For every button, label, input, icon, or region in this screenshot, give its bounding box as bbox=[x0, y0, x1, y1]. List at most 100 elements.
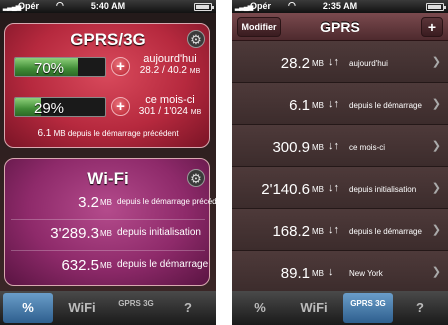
gprs-summary-card[interactable]: GPRS/3G ⚙ 70% + aujourd'hui 28.2 / 40.2 … bbox=[4, 23, 210, 148]
item-value: 2'140.6 bbox=[261, 181, 310, 198]
tab-label: GPRS 3G bbox=[118, 299, 154, 308]
tab-bar: % WiFi GPRS 3G ? bbox=[0, 291, 216, 325]
add-month-button[interactable]: + bbox=[111, 97, 130, 116]
traffic-direction-icon: ↓↑ bbox=[328, 224, 339, 236]
tab-label: ? bbox=[416, 300, 424, 315]
tab-percent[interactable]: % bbox=[3, 293, 53, 323]
wifi-row-desc: depuis le démarrage précédent bbox=[117, 197, 216, 206]
item-value: 168.2 bbox=[272, 223, 310, 240]
month-usage-text: ce mois-ci 301 / 1'024 MB bbox=[131, 95, 209, 118]
wifi-row-value: 3.2 bbox=[78, 194, 99, 211]
divider bbox=[11, 250, 205, 251]
item-desc: New York bbox=[349, 269, 383, 278]
wifi-row: 3.2 MB depuis le démarrage précédent bbox=[5, 192, 216, 216]
today-label: aujourd'hui bbox=[143, 53, 197, 65]
item-value: 89.1 bbox=[280, 265, 310, 282]
wifi-row-value: 632.5 bbox=[61, 257, 99, 274]
tab-gprs[interactable]: GPRS 3G bbox=[111, 293, 161, 323]
item-desc: depuis le démarrage bbox=[349, 227, 422, 236]
tab-help[interactable]: ? bbox=[163, 293, 213, 323]
overview-screen: ▂▃▄▅ Opér ◠ 5:40 AM GPRS/3G ⚙ 70% + aujo… bbox=[0, 0, 216, 325]
battery-icon bbox=[426, 3, 446, 11]
today-unit: MB bbox=[189, 68, 201, 75]
month-amount: 301 / 1'024 bbox=[138, 106, 188, 117]
item-unit: MB bbox=[312, 143, 324, 152]
wifi-row-unit: MB bbox=[100, 198, 112, 207]
tab-label: WiFi bbox=[300, 300, 328, 315]
tab-gprs[interactable]: GPRS 3G bbox=[343, 293, 393, 323]
month-unit: MB bbox=[190, 109, 202, 116]
navigation-bar: Modifier GPRS + bbox=[232, 13, 448, 41]
item-unit: MB bbox=[312, 59, 324, 68]
item-unit: MB bbox=[312, 101, 324, 110]
tab-label: GPRS 3G bbox=[350, 299, 386, 308]
tab-bar: % WiFi GPRS 3G ? bbox=[232, 291, 448, 325]
tab-label: % bbox=[22, 300, 34, 315]
wifi-summary-card[interactable]: Wi-Fi ⚙ 3.2 MB depuis le démarrage précé… bbox=[4, 158, 216, 286]
today-usage-meter: 70% bbox=[14, 57, 106, 77]
since-restart-unit: MB bbox=[53, 129, 66, 138]
wifi-row-unit: MB bbox=[100, 229, 112, 238]
item-desc: ce mois-ci bbox=[349, 143, 386, 152]
add-today-button[interactable]: + bbox=[111, 57, 130, 76]
add-button[interactable]: + bbox=[421, 17, 443, 37]
battery-icon bbox=[194, 3, 214, 11]
chevron-right-icon: ❯ bbox=[431, 224, 441, 236]
list-item[interactable]: 168.2 MB ↓↑ depuis le démarrage ❯ bbox=[232, 209, 448, 251]
traffic-direction-icon: ↓↑ bbox=[328, 56, 339, 68]
status-bar: ▂▃▄▅ Opér ◠ 5:40 AM bbox=[0, 0, 216, 13]
since-restart-text: 6.1 MB depuis le démarrage précédent bbox=[5, 128, 211, 139]
month-usage-meter: 29% bbox=[14, 97, 106, 117]
counter-list: 28.2 MB ↓↑ aujourd'hui ❯ 6.1 MB ↓↑ depui… bbox=[232, 41, 448, 293]
meter-percent: 70% bbox=[33, 60, 65, 77]
wifi-row-unit: MB bbox=[100, 261, 112, 270]
divider bbox=[11, 219, 205, 220]
wifi-row-value: 3'289.3 bbox=[50, 225, 99, 242]
list-item[interactable]: 300.9 MB ↓↑ ce mois-ci ❯ bbox=[232, 125, 448, 167]
chevron-right-icon: ❯ bbox=[431, 56, 441, 68]
tab-percent[interactable]: % bbox=[235, 293, 285, 323]
item-unit: MB bbox=[312, 185, 324, 194]
traffic-direction-icon: ↓ bbox=[328, 266, 334, 278]
today-usage-text: aujourd'hui 28.2 / 40.2 MB bbox=[131, 54, 209, 77]
tab-wifi[interactable]: WiFi bbox=[57, 293, 107, 323]
list-item[interactable]: 28.2 MB ↓↑ aujourd'hui ❯ bbox=[232, 41, 448, 83]
month-label: ce mois-ci bbox=[145, 94, 195, 106]
tab-wifi[interactable]: WiFi bbox=[289, 293, 339, 323]
gear-icon[interactable]: ⚙ bbox=[187, 169, 205, 187]
wifi-row: 632.5 MB depuis le démarrage bbox=[5, 255, 211, 279]
gear-icon[interactable]: ⚙ bbox=[187, 30, 205, 48]
since-restart-label: depuis le démarrage précédent bbox=[67, 129, 179, 138]
traffic-direction-icon: ↓↑ bbox=[328, 182, 339, 194]
tab-label: ? bbox=[184, 300, 192, 315]
tab-help[interactable]: ? bbox=[395, 293, 445, 323]
status-bar: ▂▃▄▅ Opér ◠ 2:35 AM bbox=[232, 0, 448, 13]
wifi-row-desc: depuis initialisation bbox=[117, 227, 201, 238]
chevron-right-icon: ❯ bbox=[431, 266, 441, 278]
item-desc: depuis le démarrage bbox=[349, 101, 422, 110]
clock: 2:35 AM bbox=[322, 1, 358, 11]
since-restart-amount: 6.1 bbox=[37, 128, 52, 139]
chevron-right-icon: ❯ bbox=[431, 98, 441, 110]
list-item[interactable]: 89.1 MB ↓ New York ❯ bbox=[232, 251, 448, 293]
item-value: 300.9 bbox=[272, 139, 310, 156]
clock: 5:40 AM bbox=[90, 1, 126, 11]
item-unit: MB bbox=[312, 269, 324, 278]
card-title: Wi-Fi bbox=[87, 169, 129, 188]
card-title: GPRS/3G bbox=[70, 30, 146, 49]
list-item[interactable]: 6.1 MB ↓↑ depuis le démarrage ❯ bbox=[232, 83, 448, 125]
tab-label: WiFi bbox=[68, 300, 96, 315]
item-value: 28.2 bbox=[280, 55, 310, 72]
page-title: GPRS bbox=[320, 19, 360, 35]
list-item[interactable]: 2'140.6 MB ↓↑ depuis initialisation ❯ bbox=[232, 167, 448, 209]
tab-label: % bbox=[254, 300, 266, 315]
item-desc: depuis initialisation bbox=[349, 185, 417, 194]
wifi-row-desc: depuis le démarrage bbox=[117, 259, 209, 270]
item-value: 6.1 bbox=[289, 97, 310, 114]
chevron-right-icon: ❯ bbox=[431, 182, 441, 194]
traffic-direction-icon: ↓↑ bbox=[328, 140, 339, 152]
item-desc: aujourd'hui bbox=[349, 59, 388, 68]
meter-percent: 29% bbox=[33, 100, 65, 117]
traffic-direction-icon: ↓↑ bbox=[328, 98, 339, 110]
chevron-right-icon: ❯ bbox=[431, 140, 441, 152]
